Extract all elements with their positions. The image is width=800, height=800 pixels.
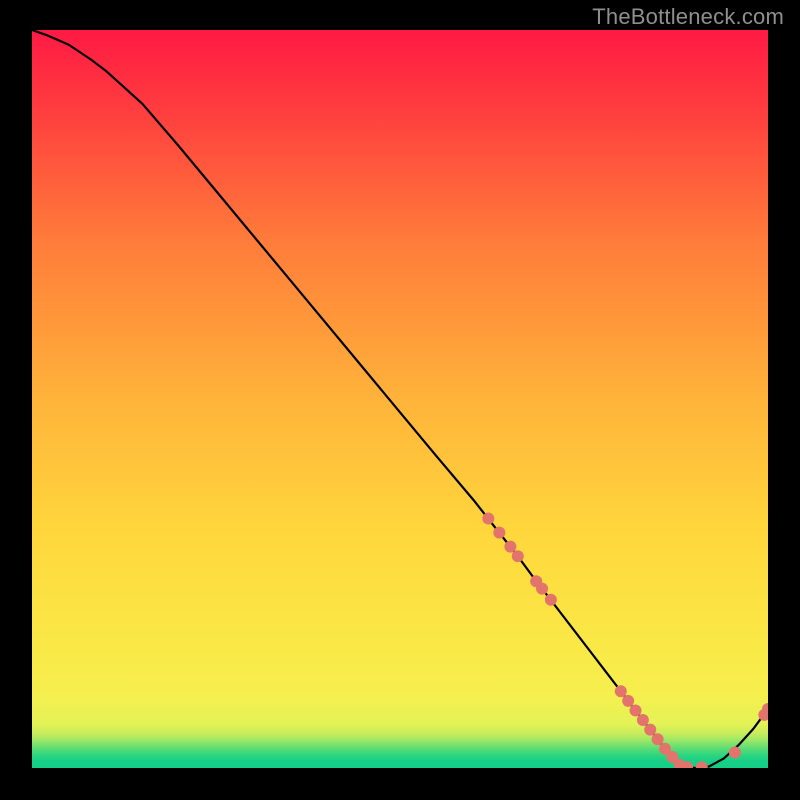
watermark-text: TheBottleneck.com (592, 4, 784, 30)
data-marker (729, 747, 741, 759)
gradient-background (32, 30, 768, 768)
chart-svg (32, 30, 768, 768)
data-marker (482, 513, 494, 525)
data-marker (536, 583, 548, 595)
plot-area (32, 30, 768, 768)
data-marker (504, 541, 516, 553)
data-marker (630, 704, 642, 716)
data-marker (652, 733, 664, 745)
data-marker (637, 714, 649, 726)
data-marker (615, 685, 627, 697)
data-marker (512, 550, 524, 562)
data-marker (545, 594, 557, 606)
data-marker (644, 724, 656, 736)
data-marker (622, 695, 634, 707)
data-marker (493, 527, 505, 539)
chart-container: TheBottleneck.com (0, 0, 800, 800)
